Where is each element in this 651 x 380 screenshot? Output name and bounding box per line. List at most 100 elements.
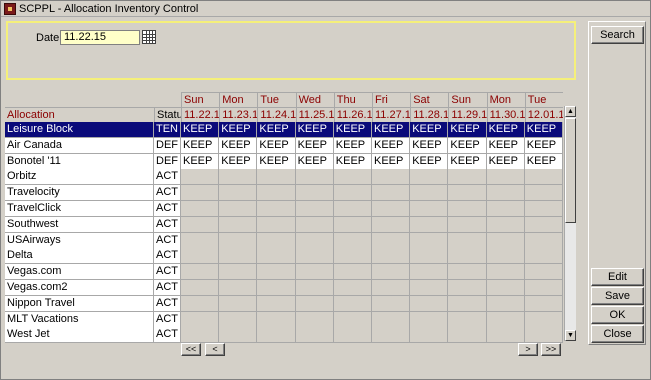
day-cell[interactable]	[486, 201, 525, 217]
day-cell[interactable]	[410, 248, 449, 265]
allocation-name-cell[interactable]: Travelocity	[5, 185, 154, 202]
first-page-button[interactable]: <<	[181, 343, 201, 356]
status-cell[interactable]: DEF	[154, 153, 181, 170]
day-cell[interactable]	[410, 201, 449, 217]
day-cell[interactable]: KEEP	[333, 153, 372, 170]
day-cell[interactable]	[181, 264, 220, 281]
table-row[interactable]: Vegas.com ACT	[5, 264, 563, 281]
day-cell[interactable]	[486, 248, 525, 265]
day-cell[interactable]	[181, 232, 220, 249]
day-cell[interactable]	[486, 280, 525, 296]
day-cell[interactable]: KEEP	[486, 137, 525, 154]
day-cell[interactable]	[333, 185, 372, 202]
day-cell[interactable]	[333, 327, 372, 344]
day-cell[interactable]	[372, 185, 411, 202]
day-cell[interactable]: KEEP	[257, 153, 296, 170]
status-cell[interactable]: ACT	[154, 295, 181, 312]
day-cell[interactable]	[410, 169, 449, 186]
day-cell[interactable]	[524, 295, 563, 312]
day-cell[interactable]: KEEP	[257, 137, 296, 154]
day-cell[interactable]	[448, 264, 487, 281]
day-cell[interactable]	[295, 185, 334, 202]
day-cell[interactable]	[410, 311, 449, 328]
day-cell[interactable]	[295, 327, 334, 344]
table-row[interactable]: Travelocity ACT	[5, 185, 563, 202]
allocation-name-cell[interactable]: Orbitz	[5, 169, 154, 186]
day-cell[interactable]	[295, 248, 334, 265]
day-cell[interactable]	[486, 327, 525, 344]
day-cell[interactable]: KEEP	[372, 122, 411, 138]
day-cell[interactable]	[448, 201, 487, 217]
day-cell[interactable]	[486, 232, 525, 249]
day-cell[interactable]	[219, 295, 258, 312]
column-header-status[interactable]: Status	[154, 107, 181, 122]
day-cell[interactable]: KEEP	[410, 137, 449, 154]
day-cell[interactable]	[410, 216, 449, 233]
day-cell[interactable]	[333, 201, 372, 217]
day-cell[interactable]: KEEP	[295, 153, 334, 170]
day-cell[interactable]	[295, 311, 334, 328]
day-cell[interactable]	[257, 216, 296, 233]
day-cell[interactable]	[219, 169, 258, 186]
day-cell[interactable]: KEEP	[181, 137, 220, 154]
day-cell[interactable]	[219, 327, 258, 344]
day-cell[interactable]	[181, 280, 220, 296]
day-cell[interactable]	[372, 264, 411, 281]
table-row[interactable]: Nippon Travel ACT	[5, 295, 563, 312]
vertical-scrollbar[interactable]: ▲ ▼	[564, 106, 576, 341]
day-cell[interactable]	[448, 280, 487, 296]
day-cell[interactable]	[448, 327, 487, 344]
day-cell[interactable]	[219, 185, 258, 202]
day-cell[interactable]	[257, 169, 296, 186]
allocation-name-cell[interactable]: Air Canada	[5, 137, 154, 154]
day-cell[interactable]	[181, 327, 220, 344]
day-cell[interactable]	[486, 185, 525, 202]
status-cell[interactable]: ACT	[154, 248, 181, 265]
day-cell[interactable]: KEEP	[295, 137, 334, 154]
day-cell[interactable]	[333, 311, 372, 328]
day-cell[interactable]	[372, 216, 411, 233]
day-cell[interactable]: KEEP	[448, 122, 487, 138]
status-cell[interactable]: DEF	[154, 137, 181, 154]
day-cell[interactable]	[486, 169, 525, 186]
table-row[interactable]: MLT Vacations ACT	[5, 311, 563, 328]
table-row[interactable]: Orbitz ACT	[5, 169, 563, 186]
allocation-name-cell[interactable]: USAirways	[5, 232, 154, 249]
day-cell[interactable]	[372, 248, 411, 265]
day-cell[interactable]	[333, 248, 372, 265]
day-cell[interactable]	[219, 248, 258, 265]
day-cell[interactable]	[524, 248, 563, 265]
status-cell[interactable]: ACT	[154, 201, 181, 217]
day-cell[interactable]	[372, 280, 411, 296]
day-cell[interactable]: KEEP	[181, 122, 220, 138]
day-cell[interactable]	[333, 264, 372, 281]
day-cell[interactable]	[448, 185, 487, 202]
day-cell[interactable]	[257, 280, 296, 296]
allocation-name-cell[interactable]: Bonotel '11	[5, 153, 154, 170]
status-cell[interactable]: ACT	[154, 185, 181, 202]
day-cell[interactable]	[219, 311, 258, 328]
day-cell[interactable]	[524, 327, 563, 344]
close-button[interactable]: Close	[591, 325, 644, 343]
day-cell[interactable]	[410, 185, 449, 202]
day-cell[interactable]: KEEP	[372, 137, 411, 154]
table-row[interactable]: Leisure Block TEN KEEP KEEP KEEP KEEP KEEP KEEP…	[5, 122, 563, 138]
calendar-icon[interactable]	[142, 30, 156, 44]
table-row[interactable]: Bonotel '11 DEF KEEP KEEP KEEP KEEP KEEP KEEP KE…	[5, 153, 563, 170]
day-cell[interactable]: KEEP	[410, 122, 449, 138]
day-cell[interactable]	[410, 280, 449, 296]
day-cell[interactable]	[448, 232, 487, 249]
allocation-name-cell[interactable]: Leisure Block	[5, 122, 154, 138]
day-cell[interactable]: KEEP	[524, 122, 563, 138]
day-cell[interactable]	[372, 201, 411, 217]
day-cell[interactable]	[410, 264, 449, 281]
day-cell[interactable]	[295, 232, 334, 249]
status-cell[interactable]: ACT	[154, 264, 181, 281]
allocation-name-cell[interactable]: Vegas.com2	[5, 280, 154, 296]
day-cell[interactable]: KEEP	[410, 153, 449, 170]
status-cell[interactable]: ACT	[154, 232, 181, 249]
day-cell[interactable]: KEEP	[524, 137, 563, 154]
day-cell[interactable]: KEEP	[448, 137, 487, 154]
scroll-thumb[interactable]	[565, 118, 576, 223]
day-cell[interactable]	[524, 232, 563, 249]
